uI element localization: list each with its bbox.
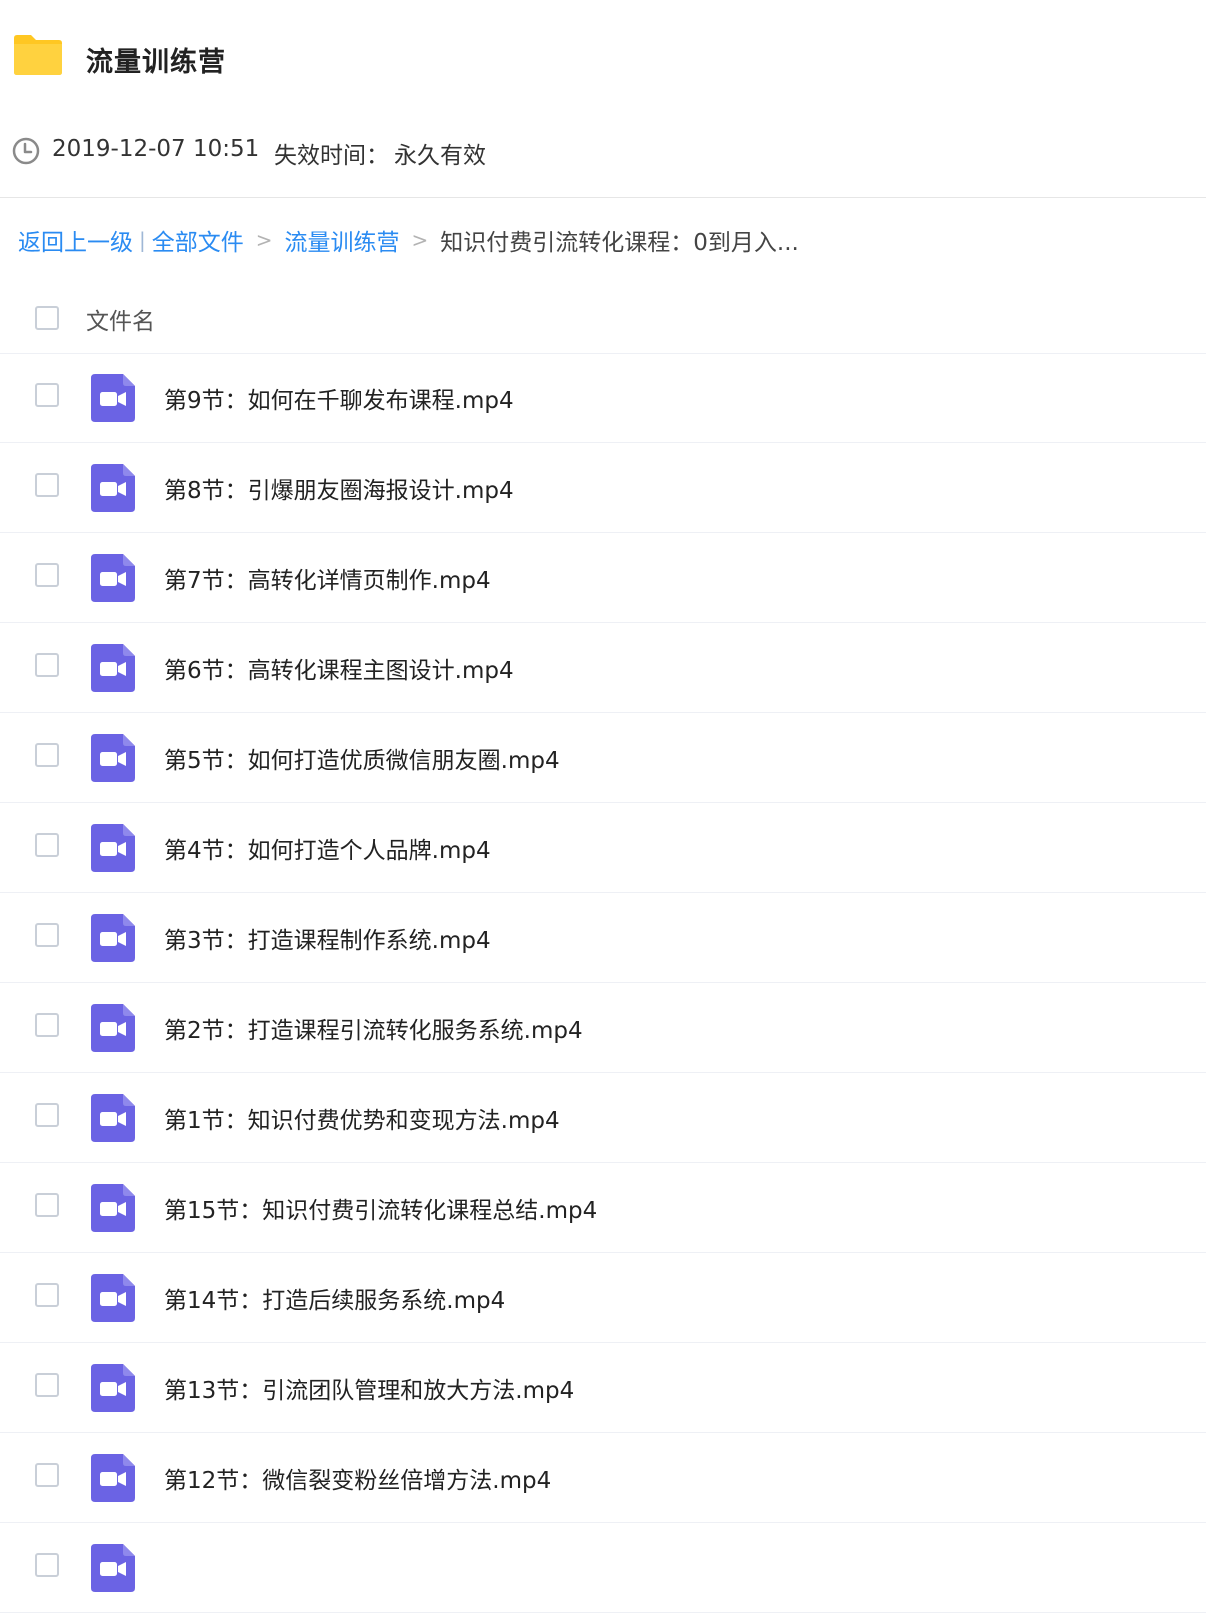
file-name[interactable]: 第13节：引流团队管理和放大方法.mp4 bbox=[164, 1371, 574, 1405]
file-checkbox[interactable] bbox=[35, 833, 59, 857]
breadcrumb-current: 知识付费引流转化课程：0到月入... bbox=[440, 230, 799, 256]
expire-label: 失效时间： bbox=[274, 143, 389, 169]
file-row[interactable]: 第7节：高转化详情页制作.mp4 bbox=[0, 533, 1206, 623]
file-name[interactable]: 第12节：微信裂变粉丝倍增方法.mp4 bbox=[164, 1461, 551, 1495]
file-checkbox[interactable] bbox=[35, 1373, 59, 1397]
breadcrumb-pipe: | bbox=[139, 228, 146, 252]
video-file-icon bbox=[91, 1364, 135, 1412]
video-file-icon bbox=[91, 1004, 135, 1052]
file-checkbox[interactable] bbox=[35, 1013, 59, 1037]
filename-column-header: 文件名 bbox=[86, 309, 155, 335]
expire-value: 永久有效 bbox=[394, 143, 486, 169]
file-name[interactable]: 第2节：打造课程引流转化服务系统.mp4 bbox=[164, 1011, 583, 1045]
all-files-link[interactable]: 全部文件 bbox=[152, 223, 244, 257]
file-row[interactable]: 第3节：打造课程制作系统.mp4 bbox=[0, 893, 1206, 983]
file-row[interactable]: 第9节：如何在千聊发布课程.mp4 bbox=[0, 353, 1206, 443]
share-header: 流量训练营 bbox=[0, 0, 1206, 110]
file-checkbox[interactable] bbox=[35, 1553, 59, 1577]
file-checkbox[interactable] bbox=[35, 923, 59, 947]
video-file-icon bbox=[91, 734, 135, 782]
video-file-icon bbox=[91, 914, 135, 962]
file-checkbox[interactable] bbox=[35, 1103, 59, 1127]
file-row[interactable]: 第8节：引爆朋友圈海报设计.mp4 bbox=[0, 443, 1206, 533]
file-row[interactable]: 第12节：微信裂变粉丝倍增方法.mp4 bbox=[0, 1433, 1206, 1523]
file-checkbox[interactable] bbox=[35, 1463, 59, 1487]
file-name[interactable]: 第9节：如何在千聊发布课程.mp4 bbox=[164, 381, 514, 415]
file-name[interactable]: 第8节：引爆朋友圈海报设计.mp4 bbox=[164, 471, 514, 505]
video-file-icon bbox=[91, 554, 135, 602]
breadcrumb: 返回上一级 | 全部文件 > 流量训练营 > 知识付费引流转化课程：0到月入..… bbox=[18, 224, 799, 256]
file-checkbox[interactable] bbox=[35, 383, 59, 407]
share-title: 流量训练营 bbox=[86, 47, 226, 78]
video-file-icon bbox=[91, 1094, 135, 1142]
file-row[interactable]: 第15节：知识付费引流转化课程总结.mp4 bbox=[0, 1163, 1206, 1253]
file-row[interactable]: 第4节：如何打造个人品牌.mp4 bbox=[0, 803, 1206, 893]
file-name[interactable]: 第3节：打造课程制作系统.mp4 bbox=[164, 921, 491, 955]
back-link[interactable]: 返回上一级 bbox=[18, 223, 133, 257]
file-row[interactable] bbox=[0, 1523, 1206, 1613]
video-file-icon bbox=[91, 1454, 135, 1502]
video-file-icon bbox=[91, 1544, 135, 1592]
file-checkbox[interactable] bbox=[35, 1283, 59, 1307]
video-file-icon bbox=[91, 374, 135, 422]
file-checkbox[interactable] bbox=[35, 653, 59, 677]
file-name[interactable]: 第1节：知识付费优势和变现方法.mp4 bbox=[164, 1101, 560, 1135]
share-meta: 2019-12-07 10:51 失效时间： 永久有效 bbox=[0, 130, 1206, 170]
video-file-icon bbox=[91, 1274, 135, 1322]
file-name[interactable]: 第7节：高转化详情页制作.mp4 bbox=[164, 561, 491, 595]
video-file-icon bbox=[91, 464, 135, 512]
file-row[interactable]: 第2节：打造课程引流转化服务系统.mp4 bbox=[0, 983, 1206, 1073]
divider bbox=[0, 197, 1206, 198]
file-name[interactable]: 第14节：打造后续服务系统.mp4 bbox=[164, 1281, 505, 1315]
breadcrumb-separator: > bbox=[255, 228, 273, 252]
video-file-icon bbox=[91, 644, 135, 692]
folder-link[interactable]: 流量训练营 bbox=[285, 223, 400, 257]
file-checkbox[interactable] bbox=[35, 563, 59, 587]
video-file-icon bbox=[91, 1184, 135, 1232]
file-checkbox[interactable] bbox=[35, 473, 59, 497]
file-name[interactable]: 第6节：高转化课程主图设计.mp4 bbox=[164, 651, 514, 685]
file-row[interactable]: 第5节：如何打造优质微信朋友圈.mp4 bbox=[0, 713, 1206, 803]
file-name[interactable]: 第4节：如何打造个人品牌.mp4 bbox=[164, 831, 491, 865]
file-name[interactable]: 第5节：如何打造优质微信朋友圈.mp4 bbox=[164, 741, 560, 775]
folder-icon bbox=[14, 35, 62, 75]
breadcrumb-separator: > bbox=[411, 228, 429, 252]
file-name[interactable]: 第15节：知识付费引流转化课程总结.mp4 bbox=[164, 1191, 597, 1225]
file-list-header: 文件名 bbox=[0, 290, 1206, 354]
video-file-icon bbox=[91, 824, 135, 872]
file-checkbox[interactable] bbox=[35, 1193, 59, 1217]
file-checkbox[interactable] bbox=[35, 743, 59, 767]
file-row[interactable]: 第14节：打造后续服务系统.mp4 bbox=[0, 1253, 1206, 1343]
select-all-checkbox[interactable] bbox=[35, 306, 59, 330]
file-row[interactable]: 第6节：高转化课程主图设计.mp4 bbox=[0, 623, 1206, 713]
file-row[interactable]: 第13节：引流团队管理和放大方法.mp4 bbox=[0, 1343, 1206, 1433]
file-row[interactable]: 第1节：知识付费优势和变现方法.mp4 bbox=[0, 1073, 1206, 1163]
clock-icon bbox=[12, 137, 40, 165]
file-list: 第9节：如何在千聊发布课程.mp4 第8节：引爆朋友圈海报设计.mp4 第7节：高转… bbox=[0, 353, 1206, 1613]
share-date: 2019-12-07 10:51 bbox=[52, 136, 260, 162]
